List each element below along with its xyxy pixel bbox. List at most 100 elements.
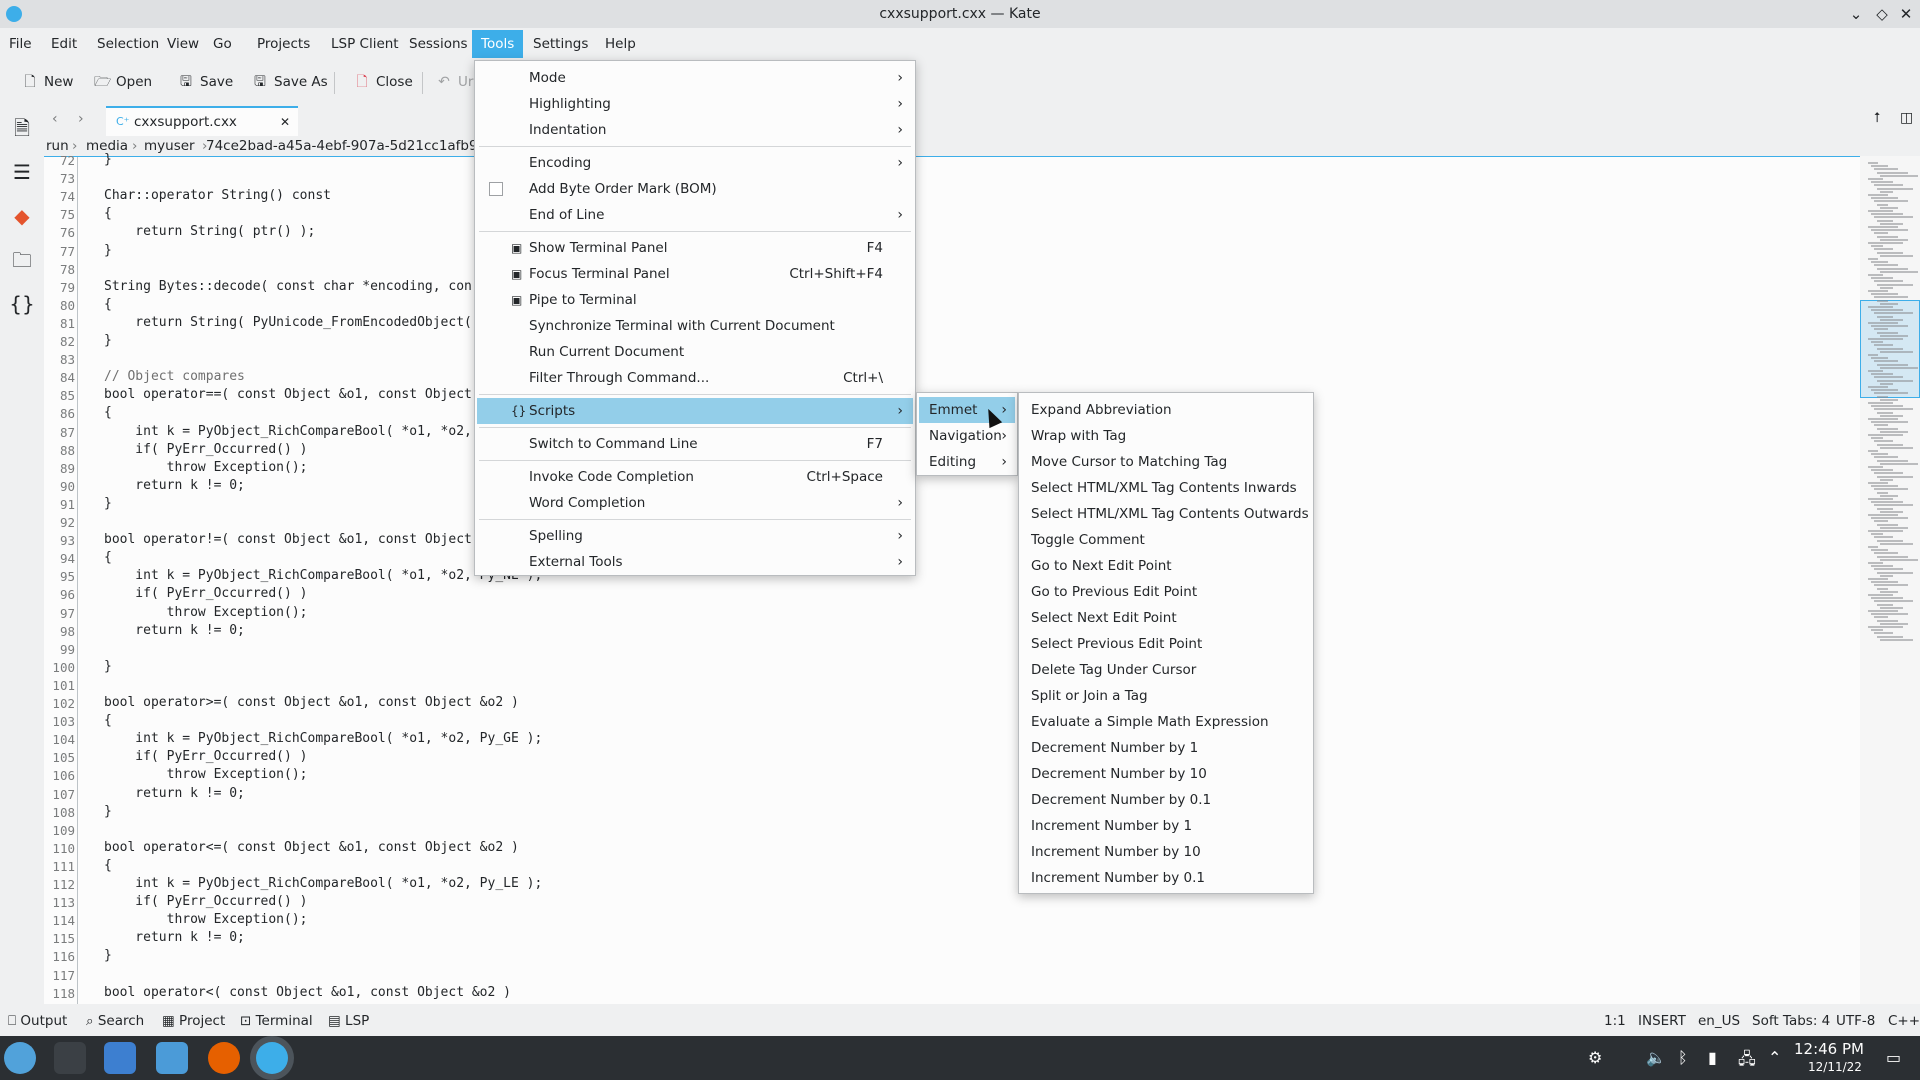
input-mode[interactable]: INSERT <box>1638 1008 1686 1034</box>
menu-projects[interactable]: Projects <box>248 30 319 58</box>
tools-menu-item-external-tools[interactable]: External Tools › <box>477 549 913 575</box>
back-icon[interactable]: ‹ <box>52 111 58 127</box>
menu-file[interactable]: File <box>0 30 41 58</box>
new-button[interactable]: 🗋 New <box>10 68 73 96</box>
dictionary-language[interactable]: en_US <box>1698 1008 1740 1034</box>
save-as-button[interactable]: 🖫 Save As <box>240 68 328 96</box>
tools-menu-item-synchronize-terminal-with-current-document[interactable]: Synchronize Terminal with Current Docume… <box>477 313 913 339</box>
git-icon[interactable]: ◆ <box>8 202 36 230</box>
bluetooth-icon[interactable]: ᛒ <box>1678 1048 1688 1067</box>
maximize-icon[interactable]: ◇ <box>1872 4 1892 24</box>
indentation-setting[interactable]: Soft Tabs: 4 <box>1752 1008 1830 1034</box>
show-desktop-icon[interactable]: ▭ <box>1886 1048 1901 1067</box>
dolphin-files-icon[interactable] <box>156 1042 188 1074</box>
lsp-panel-button[interactable]: ▤ LSP <box>328 1008 369 1034</box>
emmet-menu-item-expand-abbreviation[interactable]: Expand Abbreviation <box>1021 397 1311 423</box>
forward-icon[interactable]: › <box>78 111 84 127</box>
checkbox-icon[interactable] <box>489 182 503 196</box>
menu-edit[interactable]: Edit <box>42 30 86 58</box>
fedora-launcher-icon[interactable] <box>4 1042 36 1074</box>
tools-menu-item-end-of-line[interactable]: End of Line › <box>477 202 913 228</box>
task-manager-icon[interactable] <box>54 1042 86 1074</box>
documents-icon[interactable]: 🗎 <box>8 114 36 142</box>
code-editor[interactable]: 72 73 74 75 76 77 78 79 80 81 82 83 84 85 86 87 88 89 90 91… <box>44 152 1860 1004</box>
braces-icon[interactable]: {} <box>8 290 36 318</box>
tools-menu-item-focus-terminal-panel[interactable]: ▣ Focus Terminal Panel Ctrl+Shift+F4 <box>477 261 913 287</box>
emmet-menu-item-split-or-join-a-tag[interactable]: Split or Join a Tag <box>1021 683 1311 709</box>
emmet-menu-item-move-cursor-to-matching-tag[interactable]: Move Cursor to Matching Tag <box>1021 449 1311 475</box>
menu-lsp-client[interactable]: LSP Client <box>322 30 408 58</box>
tools-menu-item-add-byte-order-mark-bom[interactable]: Add Byte Order Mark (BOM) <box>477 176 913 202</box>
emmet-menu-item-increment-number-by-10[interactable]: Increment Number by 10 <box>1021 839 1311 865</box>
close-button[interactable]: 🗋 Close <box>342 68 412 96</box>
menu-sessions[interactable]: Sessions <box>400 30 477 58</box>
menu-go[interactable]: Go <box>204 30 241 58</box>
emmet-menu-item-go-to-next-edit-point[interactable]: Go to Next Edit Point <box>1021 553 1311 579</box>
scripts-menu-item-editing[interactable]: Editing › <box>919 449 1015 475</box>
open-button[interactable]: 🗁 Open <box>82 68 152 96</box>
tab-close-icon[interactable]: ✕ <box>280 108 290 136</box>
emmet-menu-item-toggle-comment[interactable]: Toggle Comment <box>1021 527 1311 553</box>
battery-icon[interactable]: ▮ <box>1708 1048 1717 1067</box>
minimap[interactable] <box>1860 156 1920 1004</box>
menu-view[interactable]: View <box>158 30 208 58</box>
emmet-menu-item-increment-number-by-1[interactable]: Increment Number by 1 <box>1021 813 1311 839</box>
emmet-menu-item-decrement-number-by-1[interactable]: Decrement Number by 1 <box>1021 735 1311 761</box>
menu-help[interactable]: Help <box>596 30 645 58</box>
tab-cxxsupport[interactable]: C⁺ cxxsupport.cxx ✕ <box>106 106 298 136</box>
cursor-position[interactable]: 1:1 <box>1604 1008 1626 1034</box>
search-panel-button[interactable]: ⌕ Search <box>86 1008 144 1034</box>
symbols-list-icon[interactable]: ☰ <box>8 158 36 186</box>
tools-menu-item-filter-through-command[interactable]: Filter Through Command... Ctrl+\ <box>477 365 913 391</box>
emmet-menu-item-delete-tag-under-cursor[interactable]: Delete Tag Under Cursor <box>1021 657 1311 683</box>
emmet-menu-item-select-html-xml-tag-contents-inwards[interactable]: Select HTML/XML Tag Contents Inwards <box>1021 475 1311 501</box>
file-encoding[interactable]: UTF-8 <box>1836 1008 1875 1034</box>
menu-selection[interactable]: Selection <box>88 30 168 58</box>
emmet-menu-item-select-next-edit-point[interactable]: Select Next Edit Point <box>1021 605 1311 631</box>
project-panel-button[interactable]: ▦ Project <box>162 1008 225 1034</box>
tools-menu-item-mode[interactable]: Mode › <box>477 65 913 91</box>
tools-menu-item-switch-to-command-line[interactable]: Switch to Command Line F7 <box>477 431 913 457</box>
tools-menu-item-invoke-code-completion[interactable]: Invoke Code Completion Ctrl+Space <box>477 464 913 490</box>
emmet-menu-item-go-to-previous-edit-point[interactable]: Go to Previous Edit Point <box>1021 579 1311 605</box>
minimize-icon[interactable]: ⌄ <box>1846 4 1866 24</box>
tools-menu-item-indentation[interactable]: Indentation › <box>477 117 913 143</box>
save-button[interactable]: 🖫 Save <box>166 68 233 96</box>
emmet-menu-item-decrement-number-by-0-1[interactable]: Decrement Number by 0.1 <box>1021 787 1311 813</box>
tray-expand-icon[interactable]: ⌃ <box>1768 1048 1781 1067</box>
network-icon[interactable]: 🖧 <box>1738 1048 1756 1075</box>
scripts-menu-item-navigation[interactable]: Navigation › <box>919 423 1015 449</box>
firefox-icon[interactable] <box>208 1042 240 1074</box>
breadcrumb-item[interactable]: myuser <box>144 136 195 156</box>
tools-menu-item-spelling[interactable]: Spelling › <box>477 523 913 549</box>
terminal-panel-button[interactable]: ⊡ Terminal <box>240 1008 313 1034</box>
tools-menu-item-run-current-document[interactable]: Run Current Document <box>477 339 913 365</box>
tools-menu-item-scripts[interactable]: {} Scripts › <box>477 398 913 424</box>
tools-menu-item-pipe-to-terminal[interactable]: ▣ Pipe to Terminal <box>477 287 913 313</box>
emmet-menu-item-increment-number-by-0-1[interactable]: Increment Number by 0.1 <box>1021 865 1311 891</box>
tools-menu-item-encoding[interactable]: Encoding › <box>477 150 913 176</box>
close-icon[interactable]: ✕ <box>1896 4 1916 24</box>
breadcrumb-item[interactable]: 74ce2bad-a45a-4ebf-907a-5d21cc1afb93 <box>206 136 486 156</box>
tools-menu-item-show-terminal-panel[interactable]: ▣ Show Terminal Panel F4 <box>477 235 913 261</box>
kate-task-icon[interactable] <box>256 1042 288 1074</box>
volume-icon[interactable]: 🔈 <box>1646 1048 1666 1067</box>
store-icon[interactable] <box>104 1042 136 1074</box>
emmet-menu-item-wrap-with-tag[interactable]: Wrap with Tag <box>1021 423 1311 449</box>
tools-menu-item-word-completion[interactable]: Word Completion › <box>477 490 913 516</box>
clock-time[interactable]: 12:46 PM <box>1794 1040 1864 1058</box>
split-view-icon[interactable]: ◫ <box>1900 110 1913 126</box>
menu-tools[interactable]: Tools <box>472 30 524 58</box>
undo-button[interactable]: ↶ Ur <box>424 68 473 96</box>
kde-connect-icon[interactable]: ⚙ <box>1588 1048 1602 1067</box>
tools-menu-item-highlighting[interactable]: Highlighting › <box>477 91 913 117</box>
syntax-mode[interactable]: C++ <box>1888 1008 1920 1034</box>
emmet-menu-item-select-previous-edit-point[interactable]: Select Previous Edit Point <box>1021 631 1311 657</box>
emmet-menu-item-decrement-number-by-10[interactable]: Decrement Number by 10 <box>1021 761 1311 787</box>
emmet-menu-item-select-html-xml-tag-contents-outwards[interactable]: Select HTML/XML Tag Contents Outwards <box>1021 501 1311 527</box>
output-panel-button[interactable]: ⎕ Output <box>8 1008 67 1034</box>
emmet-menu-item-evaluate-a-simple-math-expression[interactable]: Evaluate a Simple Math Expression <box>1021 709 1311 735</box>
menu-settings[interactable]: Settings <box>524 30 597 58</box>
filesystem-browser-icon[interactable]: 🗀 <box>8 246 36 274</box>
pin-icon[interactable]: ⭡ <box>1874 110 1881 126</box>
